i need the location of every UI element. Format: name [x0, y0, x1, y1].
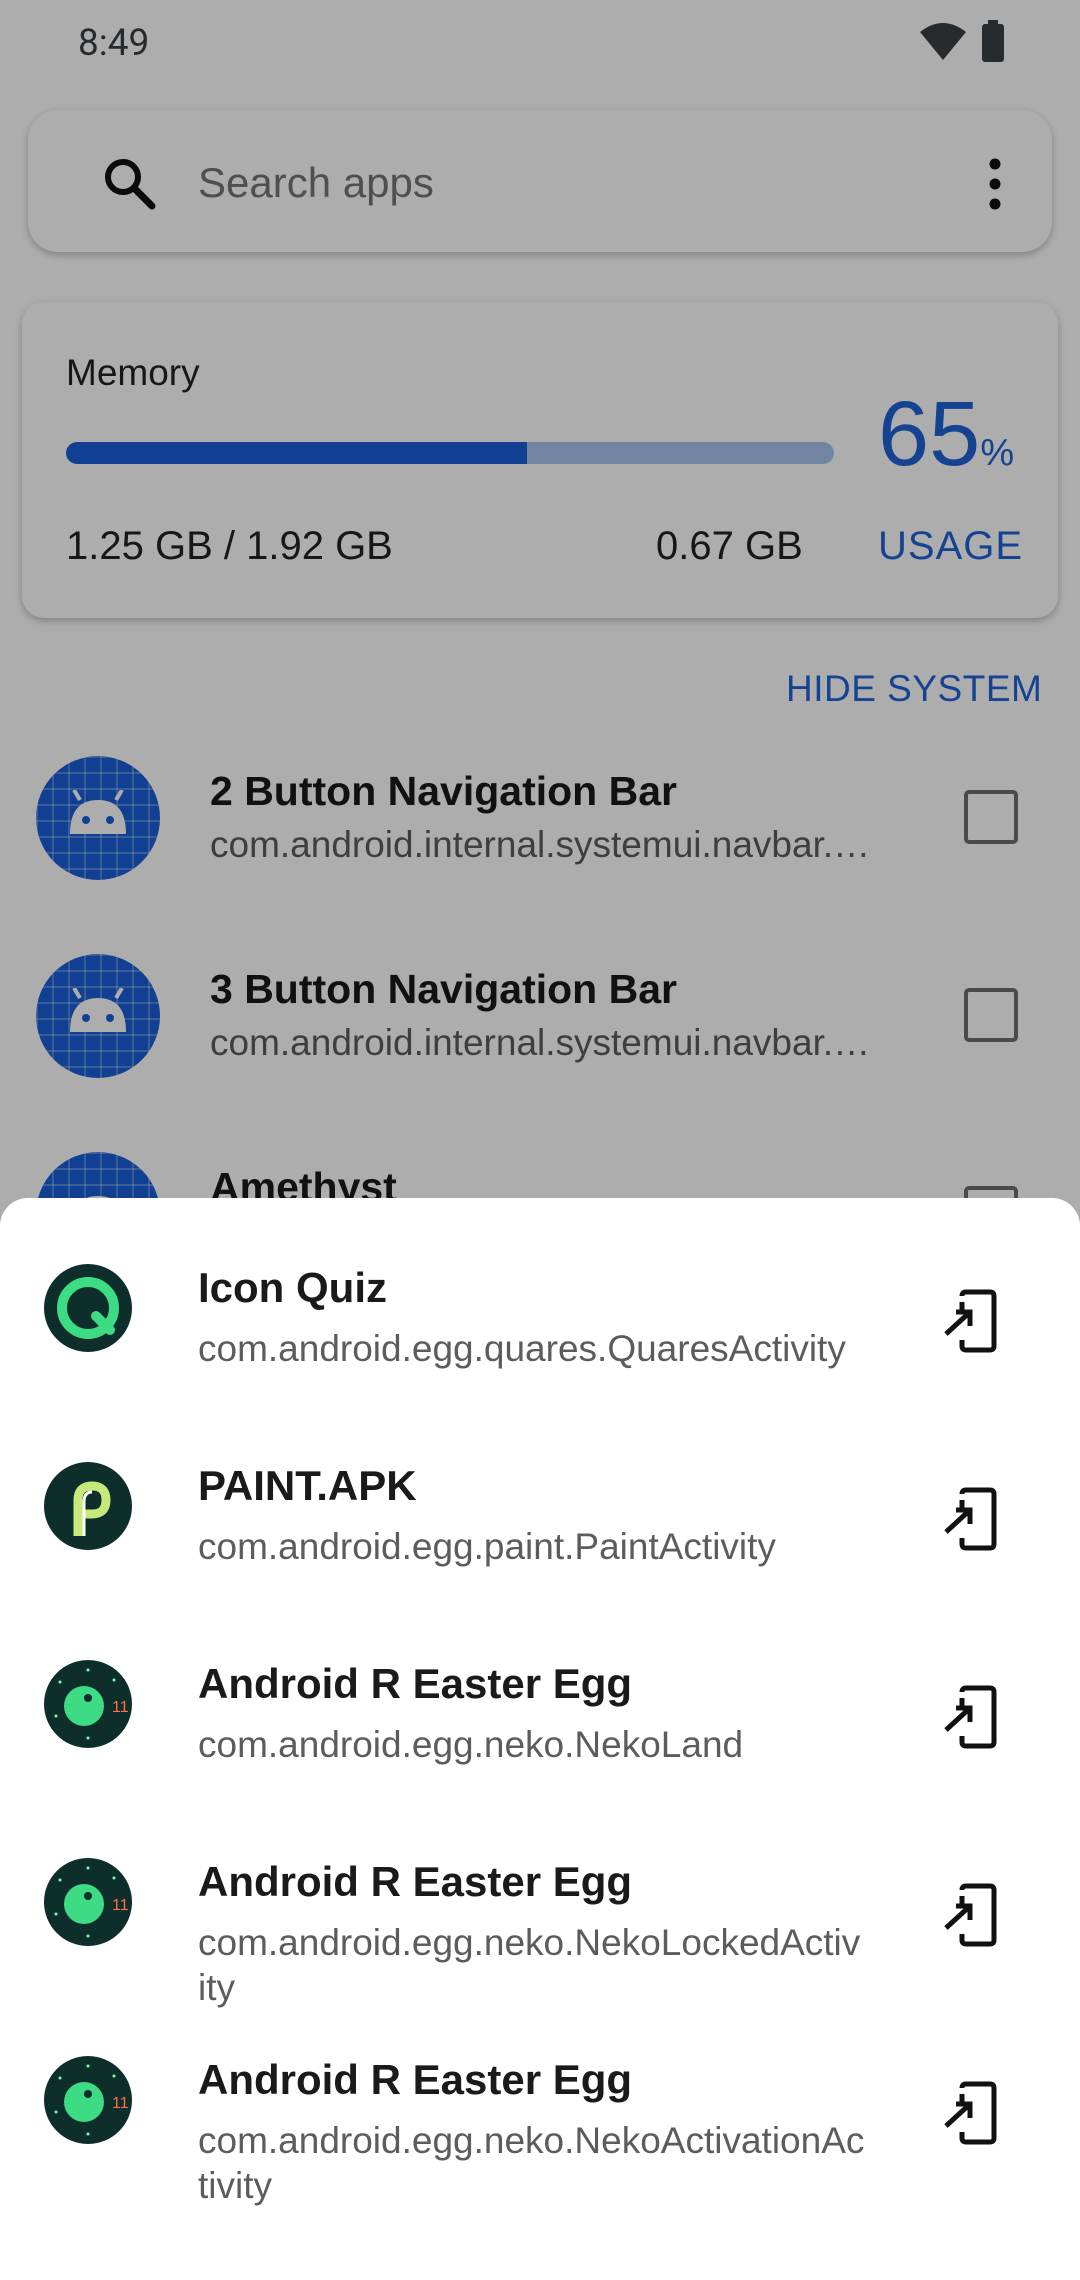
activity-name: Icon Quiz [198, 1264, 387, 1311]
quares-icon [44, 1264, 132, 1352]
launch-icon[interactable] [940, 1288, 1002, 1354]
launch-icon[interactable] [940, 1684, 1002, 1750]
activity-row[interactable]: 11 Android R Easter Egg com.android.egg.… [0, 1990, 1080, 2206]
activities-bottom-sheet: Icon Quiz com.android.egg.quares.QuaresA… [0, 1198, 1080, 2280]
activity-row[interactable]: 11 Android R Easter Egg com.android.egg.… [0, 1594, 1080, 1792]
svg-text:11: 11 [112, 1699, 129, 1716]
activity-row[interactable]: Icon Quiz com.android.egg.quares.QuaresA… [0, 1198, 1080, 1396]
activity-name: Android R Easter Egg [198, 1858, 633, 1905]
activity-name: Android R Easter Egg [198, 2056, 633, 2103]
activity-row[interactable]: PAINT.APK com.android.egg.paint.PaintAct… [0, 1396, 1080, 1594]
activity-name: PAINT.APK [198, 1462, 417, 1509]
launch-icon[interactable] [940, 1882, 1002, 1948]
svg-text:11: 11 [112, 2095, 129, 2112]
activity-row[interactable]: 11 Android R Easter Egg com.android.egg.… [0, 1792, 1080, 2008]
android-r-icon: 11 [44, 2056, 132, 2144]
launch-icon[interactable] [940, 1486, 1002, 1552]
svg-text:11: 11 [112, 1897, 129, 1914]
activity-name: Android R Easter Egg [198, 1660, 633, 1707]
android-r-icon: 11 [44, 1660, 132, 1748]
activity-class: com.android.egg.paint.PaintActivity [198, 1526, 776, 1567]
activity-class: com.android.egg.neko.NekoActivationActiv… [198, 2120, 865, 2206]
paint-icon [44, 1462, 132, 1550]
launch-icon[interactable] [940, 2080, 1002, 2146]
activity-class: com.android.egg.neko.NekoLand [198, 1724, 744, 1765]
activity-class: com.android.egg.quares.QuaresActivity [198, 1328, 846, 1369]
android-r-icon: 11 [44, 1858, 132, 1946]
